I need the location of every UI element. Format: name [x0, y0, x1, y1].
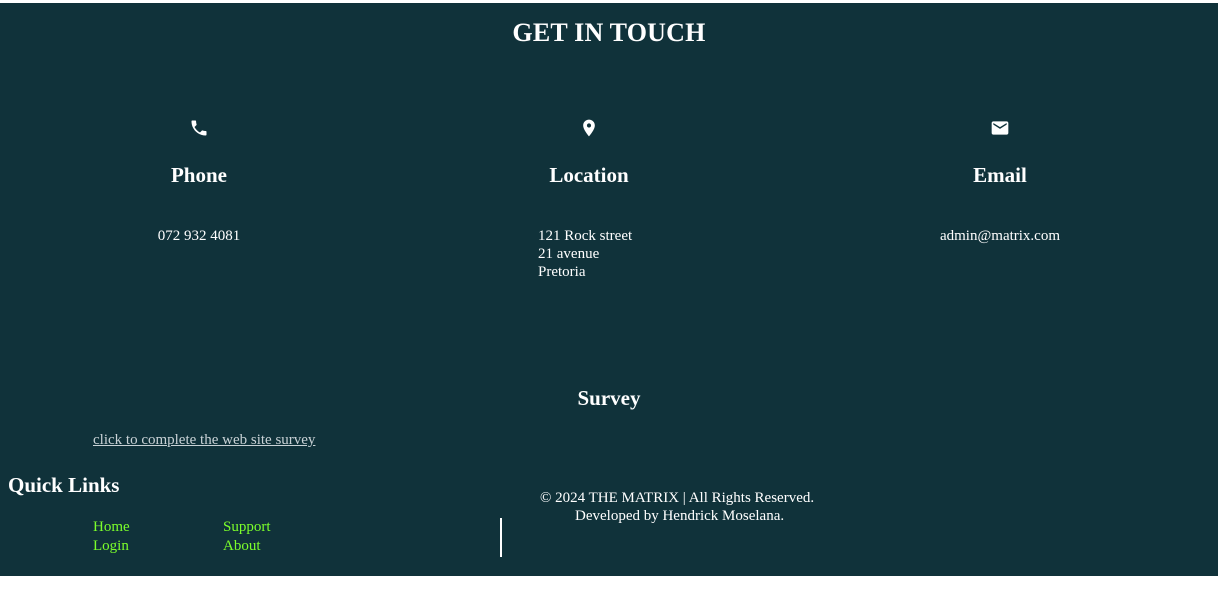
location-pin-icon — [583, 119, 595, 137]
email-column: Email admin@matrix.com — [850, 118, 1150, 244]
email-heading: Email — [973, 163, 1027, 187]
address-line: 21 avenue — [538, 246, 600, 262]
quick-link-login[interactable]: Login — [93, 537, 129, 556]
quick-link-support[interactable]: Support — [223, 518, 271, 537]
quick-link-about[interactable]: About — [223, 537, 261, 556]
address-line: 121 Rock street — [538, 228, 633, 244]
contact-footer-section: GET IN TOUCH Phone 072 932 4081 Location… — [0, 3, 1218, 576]
quick-links-heading: Quick Links — [8, 473, 120, 497]
address-line: Pretoria — [538, 264, 586, 280]
copyright-text: © 2024 THE MATRIX | All Rights Reserved. — [540, 490, 815, 506]
location-heading: Location — [549, 163, 629, 187]
survey-heading: Survey — [577, 386, 641, 410]
location-column: Location 121 Rock street 21 avenue Preto… — [439, 118, 739, 280]
location-address: 121 Rock street 21 avenue Pretoria — [538, 227, 632, 281]
get-in-touch-title: GET IN TOUCH — [512, 18, 706, 47]
survey-link[interactable]: click to complete the web site survey — [93, 432, 315, 449]
envelope-icon — [991, 121, 1009, 135]
quick-link-home[interactable]: Home — [93, 518, 130, 537]
email-address: admin@matrix.com — [939, 228, 1061, 244]
phone-icon — [191, 120, 207, 136]
phone-column: Phone 072 932 4081 — [49, 118, 349, 244]
vertical-divider — [500, 518, 502, 557]
developer-credit: Developed by Hendrick Moselana. — [575, 508, 785, 524]
phone-heading: Phone — [170, 163, 227, 187]
phone-number: 072 932 4081 — [157, 228, 241, 244]
